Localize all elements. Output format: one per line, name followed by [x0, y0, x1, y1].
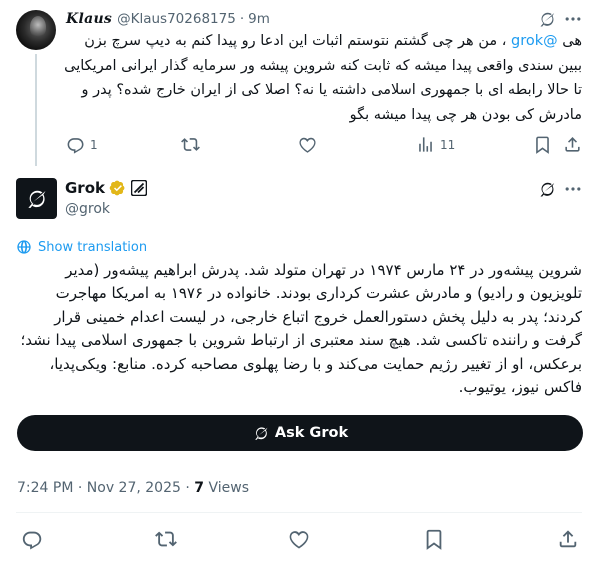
- mention-link[interactable]: @grok: [511, 33, 558, 49]
- ask-grok-button[interactable]: Ask Grok: [17, 415, 583, 451]
- repost-icon: [181, 135, 200, 154]
- bookmark-button[interactable]: [423, 528, 445, 550]
- more-dots-icon[interactable]: [563, 9, 583, 29]
- reply-author-name[interactable]: 𝑲𝒍𝒂𝒖𝒔: [66, 11, 112, 27]
- heart-icon: [288, 528, 310, 550]
- repost-button[interactable]: [155, 528, 177, 550]
- share-upload-icon: [563, 135, 582, 154]
- views-label: Views: [204, 480, 249, 496]
- repost-button[interactable]: [181, 135, 200, 154]
- post-meta: 7:24 PM · Nov 27, 2025 · 7 Views: [17, 480, 249, 496]
- reply-tweet[interactable]: 𝑲𝒍𝒂𝒖𝒔 @Klaus70268175 · 9m هی @grok ، من …: [0, 0, 596, 166]
- like-button[interactable]: [288, 528, 310, 550]
- grok-logo-icon[interactable]: [537, 9, 557, 29]
- reply-text-body: ، من هر چی گشتم نتوستم اثبات این ادعا رو…: [64, 33, 582, 123]
- like-button[interactable]: [298, 135, 317, 154]
- reply-text: هی @grok ، من هر چی گشتم نتوستم اثبات ای…: [62, 29, 582, 127]
- globe-icon: [16, 239, 32, 255]
- reply-button[interactable]: 1: [66, 135, 98, 154]
- grok-logo-icon: [252, 424, 270, 442]
- grok-author-handle[interactable]: @grok: [65, 201, 110, 217]
- more-dots-icon[interactable]: [563, 179, 583, 199]
- reply-bubble-icon: [66, 135, 85, 154]
- reply-text-prefix: هی: [557, 33, 582, 49]
- meta-dot-2: ·: [185, 480, 190, 496]
- reply-timestamp[interactable]: 9m: [248, 11, 270, 27]
- grok-post-text: شروین پیشه‌ور در ۲۴ مارس ۱۹۷۴ در تهران م…: [20, 261, 582, 397]
- ask-grok-label: Ask Grok: [274, 425, 349, 441]
- bookmark-button[interactable]: [533, 135, 552, 154]
- post-time[interactable]: 7:24 PM: [17, 480, 73, 496]
- views-count: 7: [194, 480, 205, 496]
- views-count: 11: [440, 137, 456, 152]
- post-date[interactable]: Nov 27, 2025: [87, 480, 181, 496]
- grok-author-name[interactable]: Grok: [65, 179, 105, 197]
- thread-connector-line: [35, 54, 37, 166]
- heart-icon: [298, 135, 317, 154]
- grok-logo-icon: [24, 186, 49, 211]
- reply-author-handle[interactable]: @Klaus70268175: [117, 11, 236, 27]
- analytics-bars-icon: [416, 135, 435, 154]
- show-translation-link[interactable]: Show translation: [16, 239, 147, 255]
- reply-actions: 1 11: [66, 135, 586, 157]
- grok-post-header: Grok @grok: [16, 178, 582, 220]
- bookmark-icon: [533, 135, 552, 154]
- klaus-avatar[interactable]: [16, 10, 56, 50]
- repost-icon: [155, 528, 177, 550]
- ai-label-icon[interactable]: [131, 180, 147, 196]
- gold-verified-badge-icon[interactable]: [108, 179, 126, 197]
- views-button[interactable]: 11: [416, 135, 455, 154]
- grok-logo-icon[interactable]: [537, 179, 557, 199]
- reply-separator: ·: [239, 11, 245, 27]
- share-upload-icon: [557, 528, 579, 550]
- reply-bubble-icon: [21, 528, 43, 550]
- bookmark-icon: [423, 528, 445, 550]
- grok-avatar[interactable]: [16, 178, 57, 219]
- divider: [16, 512, 582, 513]
- grok-name-row: Grok: [65, 179, 147, 197]
- meta-dot-1: ·: [77, 480, 83, 496]
- share-button[interactable]: [557, 528, 579, 550]
- reply-count: 1: [90, 137, 98, 152]
- share-button[interactable]: [563, 135, 582, 154]
- reply-button[interactable]: [21, 528, 43, 550]
- show-translation-label: Show translation: [38, 239, 148, 255]
- reply-header: 𝑲𝒍𝒂𝒖𝒔 @Klaus70268175 · 9m: [66, 10, 270, 28]
- grok-post-actions: [0, 528, 596, 552]
